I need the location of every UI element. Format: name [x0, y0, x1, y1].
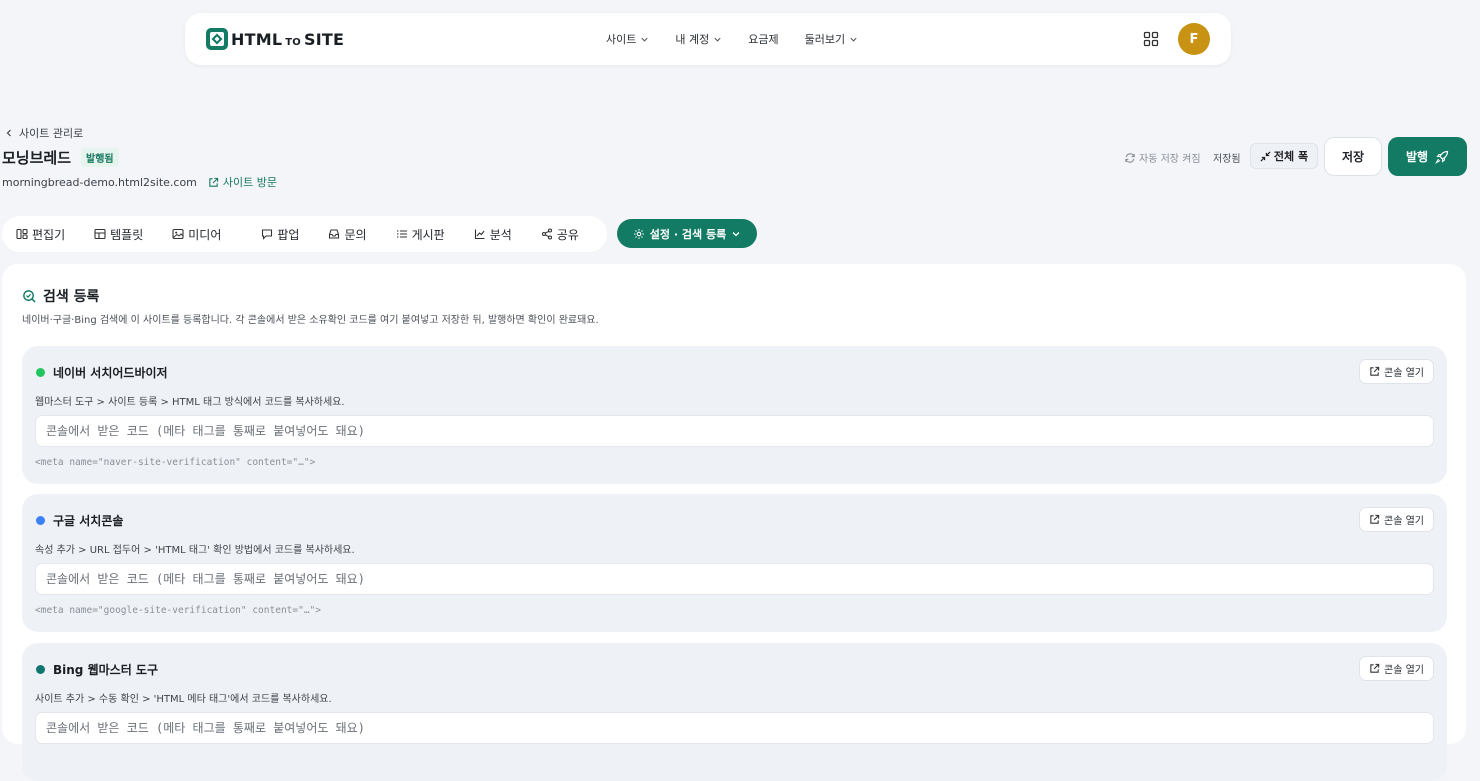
tab-share[interactable]: 공유 [541, 226, 579, 243]
editor-icon [16, 228, 28, 240]
status-badge: 발행됨 [81, 148, 119, 167]
card-title: Bing 웹마스터 도구 [53, 663, 158, 677]
domain-row: morningbread-demo.html2site.com 사이트 방문 [2, 174, 277, 190]
nav-item-sites[interactable]: 사이트 [606, 31, 649, 47]
status-dot [36, 516, 45, 525]
open-console-button[interactable]: 콘솔 열기 [1359, 507, 1434, 532]
template-icon [94, 228, 106, 240]
popup-icon [261, 228, 273, 240]
avatar[interactable]: F [1178, 23, 1210, 55]
chevron-down-icon [713, 35, 722, 44]
bing-card: Bing 웹마스터 도구 콘솔 열기 사이트 추가 > 수동 확인 > 'HTM… [22, 643, 1447, 781]
google-card: 구글 서치콘솔 콘솔 열기 속성 추가 > URL 접두어 > 'HTML 태그… [22, 494, 1447, 632]
tab-settings-search[interactable]: 설정 · 검색 등록 [617, 219, 757, 248]
google-code-input[interactable] [35, 563, 1434, 595]
chevron-down-icon [731, 229, 741, 239]
external-link-icon [1369, 366, 1380, 377]
open-console-button[interactable]: 콘솔 열기 [1359, 656, 1434, 681]
logo-text: HTML TO SITE [231, 29, 345, 49]
tab-inquiry[interactable]: 문의 [328, 226, 367, 243]
panel-header: 검색 등록 [22, 286, 99, 306]
share-icon [541, 228, 553, 240]
search-check-icon [22, 289, 37, 304]
refresh-icon [1124, 152, 1136, 164]
apps-grid-icon[interactable] [1143, 31, 1159, 47]
card-hint: 웹마스터 도구 > 사이트 등록 > HTML 태그 방식에서 코드를 복사하세… [35, 397, 345, 408]
external-link-icon [1369, 663, 1380, 674]
visit-site-link[interactable]: 사이트 방문 [208, 174, 277, 190]
collapse-icon [1260, 150, 1271, 162]
page-title: 모닝브레드 [2, 149, 72, 167]
card-title: 구글 서치콘솔 [53, 514, 124, 528]
tab-popup[interactable]: 팝업 [261, 226, 299, 243]
nav-item-account[interactable]: 내 계정 [675, 31, 722, 47]
back-to-sites-link[interactable]: 사이트 관리로 [5, 125, 83, 141]
tab-bar: 편집기 템플릿 미디어 팝업 문의 게시판 분석 공유 [2, 216, 607, 252]
tab-analytics[interactable]: 분석 [474, 226, 512, 243]
publish-button[interactable]: 발행 [1388, 137, 1467, 176]
naver-code-input[interactable] [35, 415, 1434, 447]
tab-template[interactable]: 템플릿 [94, 226, 143, 243]
external-link-icon [208, 177, 219, 188]
panel-description: 네이버·구글·Bing 검색에 이 사이트를 등록합니다. 각 콘솔에서 받은 … [22, 315, 599, 326]
bing-code-input[interactable] [35, 712, 1434, 744]
site-domain: morningbread-demo.html2site.com [2, 175, 197, 189]
tab-editor[interactable]: 편집기 [16, 226, 65, 243]
status-dot [36, 368, 45, 377]
chevron-down-icon [849, 35, 858, 44]
panel-title: 검색 등록 [43, 289, 100, 305]
status-dot [36, 665, 45, 674]
inbox-icon [328, 228, 340, 240]
media-icon [172, 228, 184, 240]
site-title-row: 모닝브레드 발행됨 [2, 147, 119, 168]
logo-icon [205, 27, 229, 51]
list-icon [396, 228, 408, 240]
rocket-icon [1435, 150, 1449, 164]
nav-item-pricing[interactable]: 요금제 [748, 31, 778, 47]
logo[interactable]: HTML TO SITE [205, 27, 344, 51]
nav-menu: 사이트 내 계정 요금제 둘러보기 [606, 31, 884, 47]
tab-board[interactable]: 게시판 [396, 226, 445, 243]
card-hint: 사이트 추가 > 수동 확인 > 'HTML 메타 태그'에서 코드를 복사하세… [35, 694, 332, 705]
meta-example: <meta name="google-site-verification" co… [35, 605, 321, 616]
nav-item-explore[interactable]: 둘러보기 [805, 31, 858, 47]
card-title: 네이버 서치어드바이저 [53, 366, 168, 380]
save-button[interactable]: 저장 [1324, 137, 1382, 176]
search-registration-panel: 검색 등록 네이버·구글·Bing 검색에 이 사이트를 등록합니다. 각 콘솔… [2, 264, 1466, 781]
autosave-toggle[interactable]: 자동 저장 켜짐 [1124, 150, 1201, 165]
meta-example: <meta name="naver-site-verification" con… [35, 457, 316, 468]
external-link-icon [1369, 514, 1380, 525]
card-hint: 속성 추가 > URL 접두어 > 'HTML 태그' 확인 방법에서 코드를 … [35, 545, 355, 556]
chart-icon [474, 228, 486, 240]
tab-media[interactable]: 미디어 [172, 226, 221, 243]
saved-status: 저장됨 [1213, 154, 1241, 165]
fullwidth-button[interactable]: 전체 폭 [1250, 143, 1318, 169]
open-console-button[interactable]: 콘솔 열기 [1359, 359, 1434, 384]
chevron-left-icon [5, 129, 13, 137]
naver-card: 네이버 서치어드바이저 콘솔 열기 웹마스터 도구 > 사이트 등록 > HTM… [22, 346, 1447, 484]
top-navbar: HTML TO SITE 사이트 내 계정 요금제 둘러보기 F [185, 13, 1231, 65]
gear-icon [633, 228, 645, 240]
chevron-down-icon [640, 35, 649, 44]
